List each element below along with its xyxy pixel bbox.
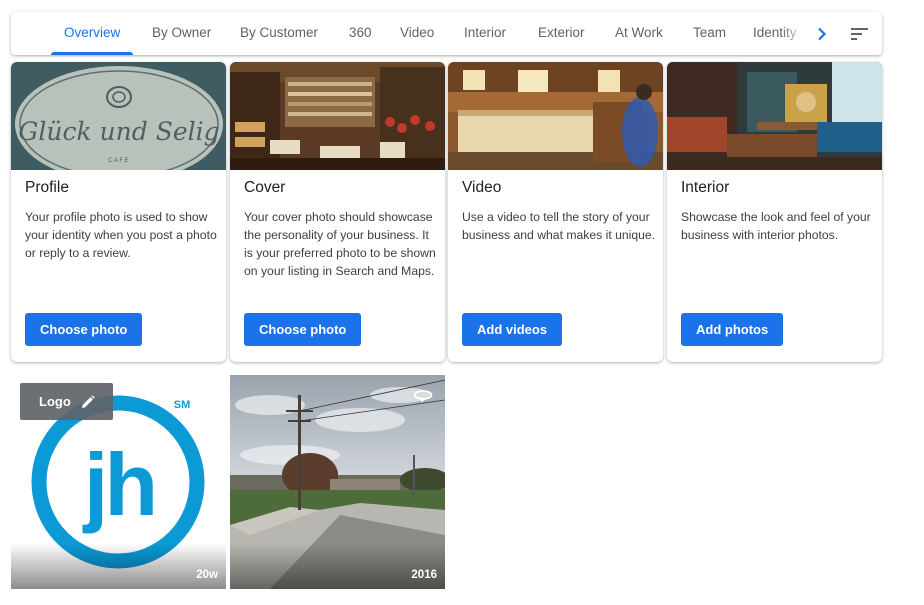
video-sample-photo [448, 62, 663, 170]
pencil-icon [81, 394, 95, 409]
interior-sample-photo [667, 62, 882, 170]
tab-interior[interactable]: Interior [464, 12, 506, 55]
tab-by-customer[interactable]: By Customer [240, 12, 318, 55]
rotate-360-icon [413, 389, 433, 408]
video-card: Video Use a video to tell the story of y… [448, 62, 663, 362]
tab-team[interactable]: Team [693, 12, 726, 55]
photo-year: 2016 [411, 569, 437, 581]
logo-service-mark: SM [174, 399, 191, 411]
tab-at-work[interactable]: At Work [615, 12, 663, 55]
tab-exterior[interactable]: Exterior [538, 12, 585, 55]
card-title: Interior [681, 179, 730, 196]
card-description: Showcase the look and feel of your busin… [681, 210, 871, 242]
chevron-right-icon [818, 27, 827, 40]
add-photos-button[interactable]: Add photos [681, 313, 784, 346]
tab-video[interactable]: Video [400, 12, 434, 55]
tab-360[interactable]: 360 [349, 12, 372, 55]
edit-logo-chip[interactable]: Logo [20, 383, 113, 420]
profile-sample-photo: Glück und Selig CAFE [11, 62, 226, 170]
card-description: Use a video to tell the story of your bu… [462, 210, 656, 242]
photo-category-tabs: Overview By Owner By Customer 360 Video … [11, 12, 882, 55]
card-title: Cover [244, 179, 286, 196]
interior-card: Interior Showcase the look and feel of y… [667, 62, 882, 362]
sign-subtext: CAFE [108, 158, 130, 164]
cover-sample-photo [230, 62, 445, 170]
choose-profile-photo-button[interactable]: Choose photo [25, 313, 143, 346]
logo-photo-tile[interactable]: jh SM 20w Logo [11, 375, 226, 589]
sort-icon [851, 28, 868, 40]
tab-overflow-fade [781, 12, 813, 55]
profile-photo-card: Glück und Selig CAFE Profile Your profil… [11, 62, 226, 362]
card-description: Your profile photo is used to show your … [25, 210, 217, 260]
add-videos-button[interactable]: Add videos [462, 313, 563, 346]
sort-filter-button[interactable] [849, 23, 871, 45]
choose-cover-photo-button[interactable]: Choose photo [244, 313, 362, 346]
logo-chip-label: Logo [39, 394, 71, 409]
street-view-photo-tile[interactable]: 2016 [230, 375, 445, 589]
card-description: Your cover photo should showcase the per… [244, 210, 436, 278]
tile-gradient [11, 543, 226, 589]
cover-photo-card: Cover Your cover photo should showcase t… [230, 62, 445, 362]
tab-overview[interactable]: Overview [50, 12, 134, 55]
card-title: Video [462, 179, 502, 196]
card-title: Profile [25, 179, 69, 196]
sign-lettering: Glück und Selig [18, 117, 219, 146]
photo-age: 20w [196, 569, 218, 581]
scroll-tabs-right-button[interactable] [811, 20, 833, 47]
logo-lettering: jh [82, 435, 154, 534]
tile-gradient [230, 543, 445, 589]
tab-by-owner[interactable]: By Owner [152, 12, 211, 55]
